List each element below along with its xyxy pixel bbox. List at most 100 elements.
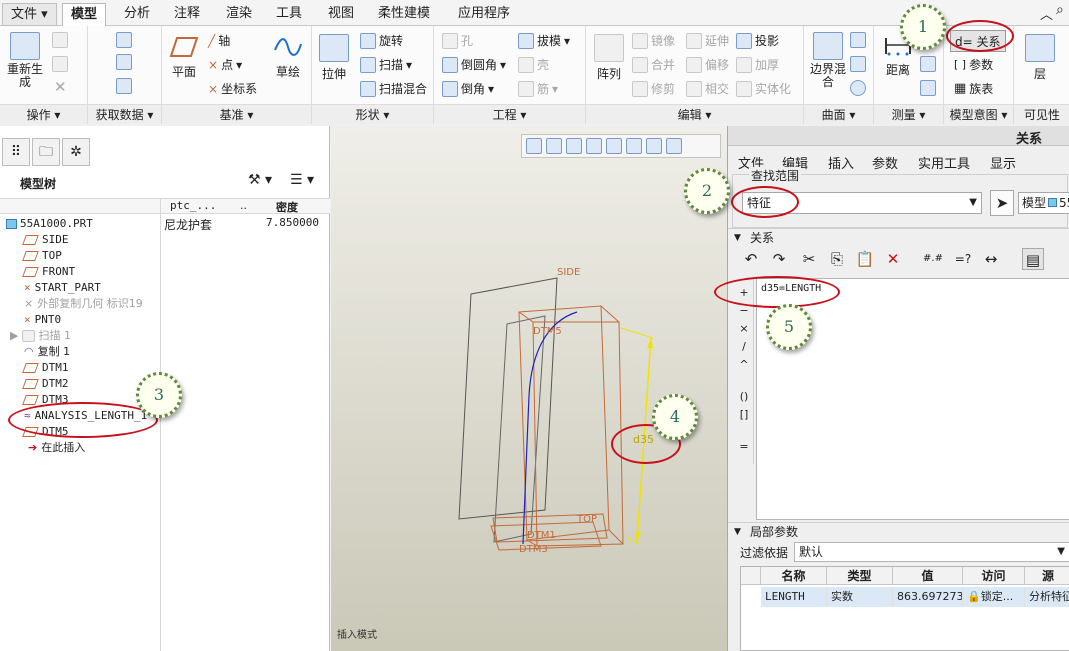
model-tree-tab-icon[interactable]: ⠿ bbox=[2, 138, 30, 166]
dialog-titlebar[interactable]: 关系 bbox=[728, 126, 1069, 147]
group-shapes-label[interactable]: 形状 ▾ bbox=[312, 104, 433, 124]
tree-item-dtm1[interactable]: DTM1 bbox=[22, 360, 69, 376]
operator-parens[interactable]: () bbox=[736, 390, 752, 403]
column-type[interactable]: 类型 bbox=[827, 567, 893, 585]
param-type-cell[interactable]: 实数 bbox=[827, 587, 893, 607]
project-button[interactable]: 投影 bbox=[736, 32, 779, 49]
group-datum-label[interactable]: 基准 ▾ bbox=[162, 104, 311, 124]
search-icon[interactable]: ⌕ bbox=[1056, 2, 1064, 18]
tab-applications[interactable]: 应用程序 bbox=[450, 3, 518, 26]
tree-item-start-part[interactable]: ⨯ START_PART bbox=[24, 280, 101, 296]
operator-equals[interactable]: = bbox=[736, 440, 752, 453]
tree-item-front[interactable]: FRONT bbox=[22, 264, 75, 280]
offset-button[interactable]: 偏移 bbox=[686, 56, 729, 73]
thicken-button[interactable]: 加厚 bbox=[736, 56, 779, 73]
undo-icon[interactable]: ↶ bbox=[740, 248, 762, 270]
column-name[interactable]: 名称 bbox=[761, 567, 827, 585]
solidify-button[interactable]: 实体化 bbox=[736, 80, 791, 97]
tree-part-row[interactable]: 55A1000.PRT bbox=[6, 216, 160, 232]
hole-button[interactable]: 孔 bbox=[442, 32, 473, 49]
copy-geometry-icon[interactable] bbox=[116, 54, 132, 70]
group-editing-label[interactable]: 编辑 ▾ bbox=[586, 104, 803, 124]
draft-button[interactable]: 拔模 ▾ bbox=[518, 32, 570, 49]
param-source-cell[interactable]: 分析特征 bbox=[1025, 587, 1069, 607]
group-operations-label[interactable]: 操作 ▾ bbox=[0, 104, 87, 124]
layers-button[interactable]: 层 bbox=[1020, 34, 1060, 82]
shell-button[interactable]: 壳 bbox=[518, 56, 549, 73]
measure-tools-icon[interactable] bbox=[920, 56, 936, 72]
param-access-cell[interactable]: 🔒锁定... bbox=[963, 587, 1025, 607]
intersect-button[interactable]: 相交 bbox=[686, 80, 729, 97]
tree-columns-icon[interactable]: ☰ ▾ bbox=[290, 172, 314, 188]
column-source[interactable]: 源 bbox=[1025, 567, 1069, 585]
extend-button[interactable]: 延伸 bbox=[686, 32, 729, 49]
sketch-button[interactable]: 草绘 bbox=[270, 34, 306, 80]
round-button[interactable]: 倒圆角 ▾ bbox=[442, 56, 506, 73]
group-measure-label[interactable]: 测量 ▾ bbox=[874, 104, 943, 124]
dimension-toggle-icon[interactable]: ↔ bbox=[980, 248, 1002, 270]
file-menu[interactable]: 文件 ▾ bbox=[2, 3, 57, 26]
redo-icon[interactable]: ↷ bbox=[768, 248, 790, 270]
param-name-cell[interactable]: LENGTH bbox=[761, 587, 827, 607]
tab-flexible-modeling[interactable]: 柔性建模 bbox=[370, 3, 438, 26]
sort-relations-icon[interactable]: ▤ bbox=[1022, 248, 1044, 270]
column-ptc[interactable]: ptc_... bbox=[170, 199, 216, 212]
tree-item-insert-here[interactable]: ➔ 在此插入 bbox=[28, 440, 85, 456]
boundary-blend-button[interactable]: 边界混合 bbox=[808, 32, 848, 89]
delete-icon[interactable]: ✕ bbox=[54, 78, 67, 96]
collapse-ribbon-icon[interactable]: ︿ bbox=[1040, 4, 1053, 23]
tree-item-external-copy-geom[interactable]: ⨯ 外部复制几何 标识19 bbox=[24, 296, 143, 312]
regenerate-button[interactable]: 重新生成 bbox=[6, 32, 44, 89]
family-table-button[interactable]: ▦ 族表 bbox=[954, 80, 993, 97]
tree-item-dtm2[interactable]: DTM2 bbox=[22, 376, 69, 392]
fill-icon[interactable] bbox=[850, 32, 866, 48]
dialog-menu-utilities[interactable]: 实用工具 bbox=[918, 153, 970, 172]
dialog-menu-insert[interactable]: 插入 bbox=[828, 153, 854, 172]
tab-tools[interactable]: 工具 bbox=[268, 3, 310, 26]
revolve-button[interactable]: 旋转 bbox=[360, 32, 403, 49]
merge-button[interactable]: 合并 bbox=[632, 56, 675, 73]
axis-button[interactable]: ╱ 轴 bbox=[208, 32, 230, 49]
freestyle-icon[interactable] bbox=[850, 80, 866, 96]
dialog-menu-parameters[interactable]: 参数 bbox=[872, 153, 898, 172]
column-value[interactable]: 值 bbox=[893, 567, 963, 585]
rib-button[interactable]: 筋 ▾ bbox=[518, 80, 558, 97]
swept-blend-button[interactable]: 扫描混合 bbox=[360, 80, 427, 97]
user-defined-feature-icon[interactable] bbox=[116, 32, 132, 48]
tab-analysis[interactable]: 分析 bbox=[116, 3, 158, 26]
column-density[interactable]: 密度 bbox=[276, 199, 298, 215]
copy-rel-icon[interactable]: ⎘ bbox=[826, 248, 848, 270]
delete-rel-icon[interactable]: ✕ bbox=[882, 248, 904, 270]
tree-item-pnt0[interactable]: × PNT0 bbox=[24, 312, 61, 328]
tree-item-top[interactable]: TOP bbox=[22, 248, 62, 264]
chamfer-button[interactable]: 倒角 ▾ bbox=[442, 80, 494, 97]
tab-model[interactable]: 模型 bbox=[62, 3, 107, 26]
tree-settings-icon[interactable]: ⚒ ▾ bbox=[248, 172, 272, 188]
param-value-cell[interactable]: 863.697273 bbox=[893, 587, 963, 607]
select-pointer-button[interactable]: ➤ bbox=[990, 190, 1014, 216]
csys-button[interactable]: ⨯ 坐标系 bbox=[208, 80, 257, 97]
group-surface-label[interactable]: 曲面 ▾ bbox=[804, 104, 873, 124]
shrinkwrap-icon[interactable] bbox=[116, 78, 132, 94]
evaluate-icon[interactable]: #.# bbox=[922, 248, 944, 270]
sweep-button[interactable]: 扫描 ▾ bbox=[360, 56, 412, 73]
tree-item-side[interactable]: SIDE bbox=[22, 232, 69, 248]
local-params-section-header[interactable]: ▼ 局部参数 bbox=[728, 522, 1069, 540]
tree-item-copy-1[interactable]: ◠ 复制 1 bbox=[24, 344, 70, 360]
paste-rel-icon[interactable]: 📋 bbox=[854, 248, 876, 270]
tree-item-sweep-1[interactable]: ▶ 扫描 1 bbox=[10, 328, 71, 344]
operator-divide[interactable]: / bbox=[736, 340, 752, 353]
group-visibility-label[interactable]: 可见性 bbox=[1014, 104, 1069, 124]
column-access[interactable]: 访问 bbox=[963, 567, 1025, 585]
operator-multiply[interactable]: × bbox=[736, 322, 752, 335]
style-icon[interactable] bbox=[850, 56, 866, 72]
trim-button[interactable]: 修剪 bbox=[632, 80, 675, 97]
cut-icon[interactable]: ✂ bbox=[798, 248, 820, 270]
group-engineering-label[interactable]: 工程 ▾ bbox=[434, 104, 585, 124]
plane-button[interactable]: 平面 bbox=[166, 34, 202, 80]
parameters-button[interactable]: [ ] 参数 bbox=[954, 56, 993, 73]
analysis-curve-icon[interactable] bbox=[920, 80, 936, 96]
favorites-tab-icon[interactable]: ✲ bbox=[62, 138, 90, 166]
group-get-data-label[interactable]: 获取数据 ▾ bbox=[88, 104, 161, 124]
filter-dropdown[interactable]: 默认 ▼ bbox=[794, 542, 1069, 562]
